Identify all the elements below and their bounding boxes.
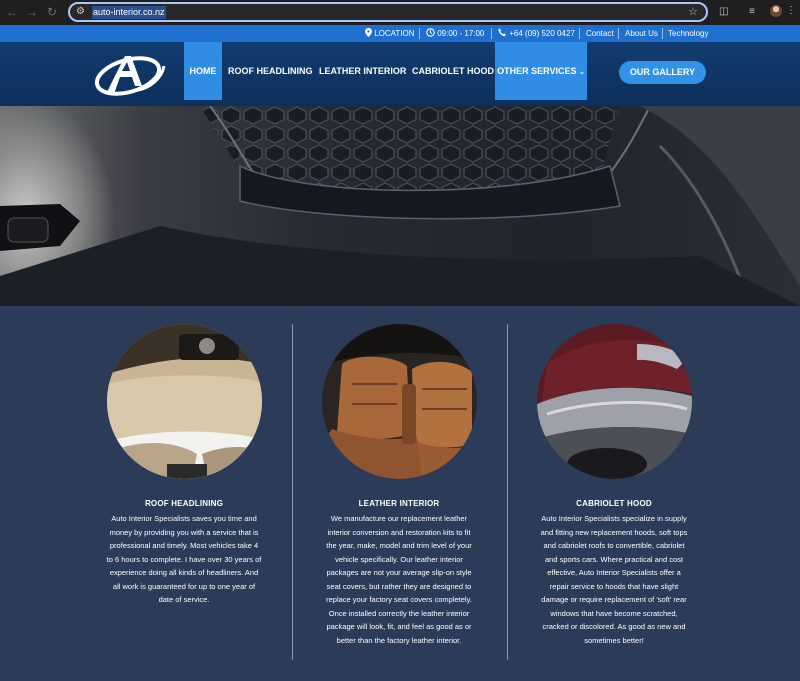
phone-icon <box>498 28 506 37</box>
avatar[interactable] <box>770 5 782 17</box>
separator <box>579 28 580 39</box>
back-arrow-icon[interactable]: ← <box>4 4 20 20</box>
roof-headlining-image <box>106 324 262 479</box>
kebab-menu-icon[interactable]: ⋮ <box>786 3 796 19</box>
location-label: LOCATION <box>374 29 415 38</box>
separator <box>491 28 492 39</box>
nav-leather-interior[interactable]: LEATHER INTERIOR <box>319 42 406 100</box>
service-title: LEATHER INTERIOR <box>358 499 440 508</box>
list-icon[interactable]: ≡ <box>749 5 755 19</box>
services-section: ROOF HEADLINING Auto Interior Specialist… <box>0 306 800 681</box>
service-roof-headlining: ROOF HEADLINING Auto Interior Specialist… <box>84 324 284 607</box>
phone-label: +64 (09) 520 0427 <box>509 29 575 38</box>
description-line: better than the factory leather interior… <box>336 635 462 645</box>
star-icon[interactable]: ☆ <box>688 4 698 20</box>
service-title: CABRIOLET HOOD <box>576 499 652 508</box>
description-line: and fitting new replacement hoods, soft … <box>540 527 688 537</box>
service-cabriolet-hood: CABRIOLET HOOD Auto Interior Specialists… <box>514 324 714 647</box>
service-title: ROOF HEADLINING <box>144 499 224 508</box>
nav-roof-headlining[interactable]: ROOF HEADLINING <box>228 42 313 100</box>
description-line: vehicle specifically. Our leather interi… <box>335 554 463 564</box>
description-line: money by providing you with a service th… <box>109 527 259 537</box>
description-line: We manufacture our replacement leather <box>330 514 468 523</box>
service-description: Auto Interior Specialists saves you time… <box>84 512 284 607</box>
description-line: repair service to hoods that have slight <box>549 581 679 591</box>
hours-label: 09:00 - 17:00 <box>437 29 485 38</box>
service-description: We manufacture our replacement leather i… <box>299 512 499 647</box>
separator <box>618 28 619 39</box>
separator <box>662 28 663 39</box>
reload-icon[interactable]: ↻ <box>44 4 60 20</box>
technology-link[interactable]: Technology <box>668 25 708 42</box>
address-bar[interactable]: ⚙ auto-interior.co.nz ☆ <box>68 2 708 22</box>
tune-icon[interactable]: ⚙ <box>76 5 85 19</box>
main-navigation: HOME ROOF HEADLINING LEATHER INTERIOR CA… <box>0 42 800 106</box>
column-divider <box>507 324 508 660</box>
description-line: professional and timely. Most vehicles t… <box>109 541 259 550</box>
description-line: package will look, fit, and feel as good… <box>326 622 472 631</box>
description-line: effective, Auto Interior Specialists off… <box>547 568 681 577</box>
hero-image <box>0 106 800 306</box>
top-info-bar: LOCATION 09:00 - 17:00 +64 (09) 520 0427… <box>0 25 800 42</box>
phone-link[interactable]: +64 (09) 520 0427 <box>498 25 575 42</box>
cabriolet-hood-image <box>536 324 692 479</box>
url-text[interactable]: auto-interior.co.nz <box>92 6 166 19</box>
description-line: to 6 hours to complete. I have over 30 y… <box>106 554 262 564</box>
service-description: Auto Interior Specialists specialize in … <box>514 512 714 647</box>
car-door-illustration <box>0 106 800 306</box>
description-line: experience doing all kinds of headliners… <box>109 568 259 577</box>
contact-link[interactable]: Contact <box>586 25 614 42</box>
service-leather-interior: LEATHER INTERIOR We manufacture our repl… <box>299 324 499 647</box>
description-line: all work is guaranteed for up to one yea… <box>112 581 256 591</box>
site-logo[interactable] <box>92 50 168 100</box>
description-line: date of service. <box>158 595 210 604</box>
description-line: Auto Interior Specialists specialize in … <box>541 514 687 523</box>
description-line: packages are not your average slip-on st… <box>326 568 472 577</box>
description-line: and cabriolet roofs to convertible, cabr… <box>543 541 685 550</box>
nav-other-services[interactable]: OTHER SERVICES ⌄ <box>495 42 587 100</box>
description-line: cracked or discolored. As good as new an… <box>542 622 686 631</box>
browser-toolbar: ← → ↻ ⚙ auto-interior.co.nz ☆ ◫ ≡ ⋮ <box>0 0 800 25</box>
about-us-link[interactable]: About Us <box>625 25 658 42</box>
description-line: sometimes better! <box>584 635 644 645</box>
our-gallery-button[interactable]: OUR GALLERY <box>619 61 706 84</box>
forward-arrow-icon[interactable]: → <box>24 4 40 20</box>
description-line: interior conversion and restoration kits… <box>327 527 471 537</box>
leather-interior-image <box>321 324 477 479</box>
description-line: and sports cars. Where practical and cos… <box>545 554 683 564</box>
nav-cabriolet-hood[interactable]: CABRIOLET HOOD <box>412 42 494 100</box>
description-line: damage or require replacement of 'soft' … <box>541 595 687 604</box>
location-link[interactable]: LOCATION <box>365 25 415 42</box>
description-line: the year, make, model and trim level of … <box>326 541 472 550</box>
location-pin-icon <box>365 28 372 37</box>
description-line: windows that have become scratched, <box>550 608 678 618</box>
puzzle-icon[interactable]: ◫ <box>719 5 728 19</box>
description-line: Auto Interior Specialists saves you time… <box>111 514 257 523</box>
separator <box>419 28 420 39</box>
nav-home[interactable]: HOME <box>184 42 222 100</box>
hours: 09:00 - 17:00 <box>426 25 484 42</box>
clock-icon <box>426 28 435 37</box>
chevron-down-icon: ⌄ <box>579 69 585 76</box>
column-divider <box>292 324 293 660</box>
description-line: replace your factory seat covers complet… <box>326 595 472 604</box>
description-line: Once installed correctly the leather int… <box>328 608 470 618</box>
nav-other-services-label: OTHER SERVICES <box>497 66 577 76</box>
description-line: seat covers, but rather they are designe… <box>326 581 472 591</box>
